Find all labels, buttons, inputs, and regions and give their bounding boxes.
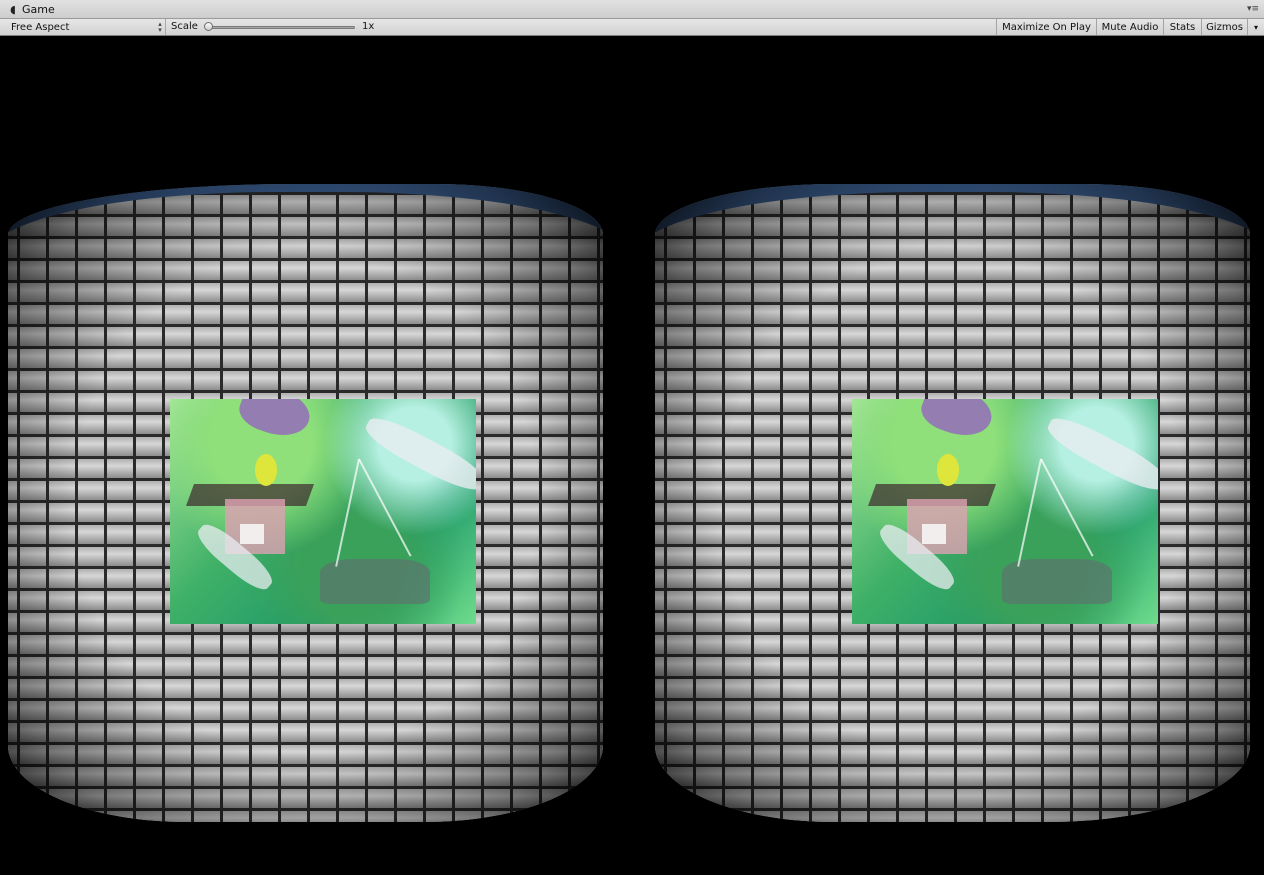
scale-label: Scale: [171, 21, 198, 32]
picture-string: [358, 458, 412, 557]
dropdown-arrow-icon[interactable]: ▾: [1247, 19, 1264, 35]
picture-string: [335, 458, 360, 567]
stats-button[interactable]: Stats: [1163, 19, 1201, 35]
tab-game[interactable]: ◖ Game: [0, 0, 168, 19]
panel-menu-icon[interactable]: ▾≡: [1246, 2, 1260, 16]
picture-purple-shape: [916, 399, 998, 445]
game-window: ◖ Game ▾≡ Free Aspect ▴ ▾ Scale 1x Maximi…: [0, 0, 1264, 875]
up-down-arrows-icon: ▴ ▾: [158, 20, 162, 34]
gizmos-button[interactable]: Gizmos: [1201, 19, 1247, 35]
game-toolbar: Free Aspect ▴ ▾ Scale 1x Maximize On Play…: [0, 19, 1264, 36]
pacman-game-icon: ◖: [10, 3, 16, 16]
picture-string: [1017, 458, 1042, 567]
picture-hand-right: [1042, 410, 1158, 498]
tab-bar: ◖ Game ▾≡: [0, 0, 1264, 19]
scale-slider-thumb[interactable]: [204, 22, 213, 31]
wall-picture: [170, 399, 476, 624]
picture-yellow-spot: [937, 454, 959, 486]
scale-value: 1x: [362, 21, 375, 32]
picture-yellow-spot: [255, 454, 277, 486]
picture-purple-shape: [234, 399, 316, 445]
right-eye-view: [655, 184, 1250, 822]
maximize-on-play-button[interactable]: Maximize On Play: [996, 19, 1096, 35]
mute-audio-button[interactable]: Mute Audio: [1096, 19, 1163, 35]
left-eye-view: [8, 184, 603, 822]
tab-title: Game: [22, 3, 55, 16]
wall-picture: [852, 399, 1158, 624]
aspect-dropdown[interactable]: Free Aspect ▴ ▾: [6, 19, 166, 35]
picture-hand-right: [360, 410, 476, 498]
picture-string: [1040, 458, 1094, 557]
aspect-label: Free Aspect: [11, 21, 70, 33]
scale-slider-track[interactable]: [207, 26, 355, 29]
game-viewport[interactable]: [0, 36, 1264, 875]
